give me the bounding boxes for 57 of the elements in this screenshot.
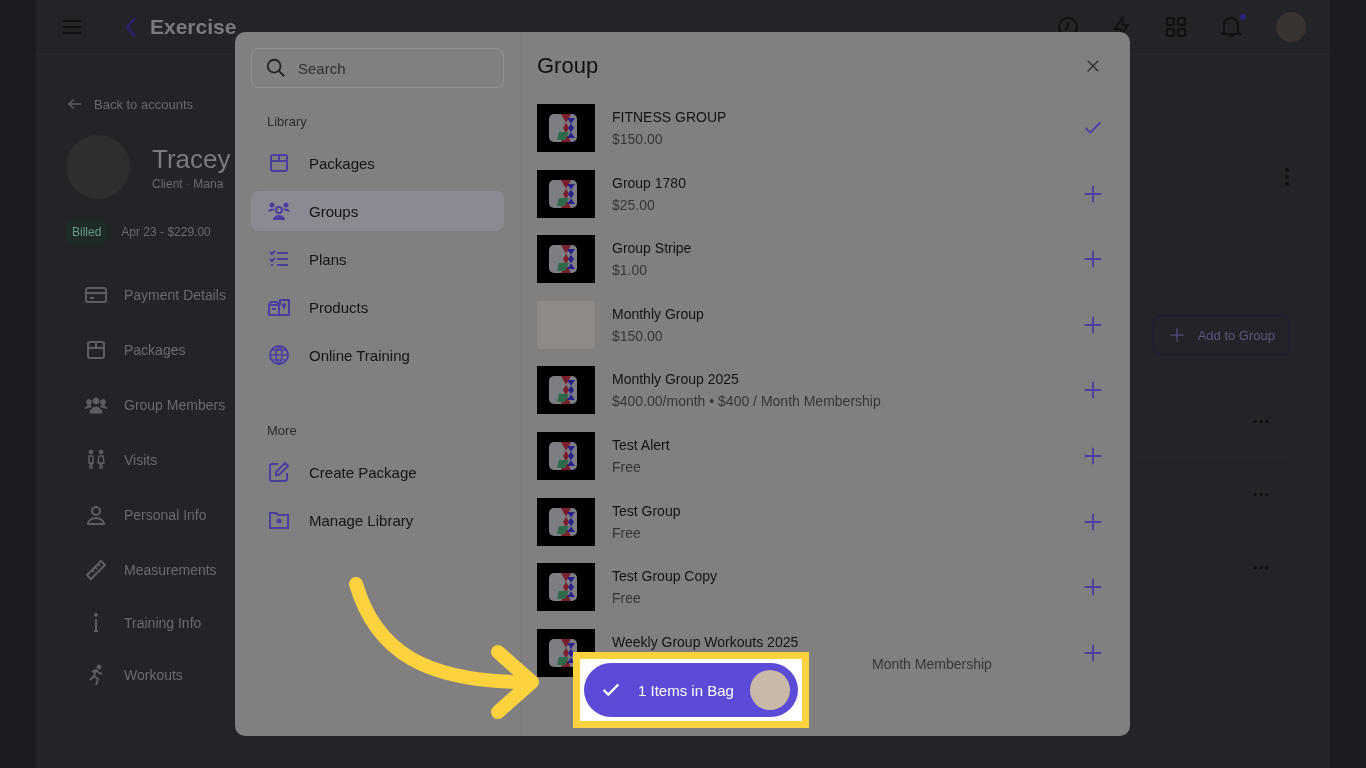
group-price: $150.00 [612, 327, 664, 344]
section-heading: Library [267, 114, 308, 129]
group-name: Monthly Group [612, 305, 705, 322]
logo-thumbnail [537, 563, 595, 612]
group-price: Free [612, 458, 642, 475]
brand-name: Exercise [150, 15, 237, 39]
menu-item[interactable]: Measurements [84, 558, 296, 582]
logo-thumbnail [537, 366, 595, 415]
group-name: Group 1780 [612, 174, 687, 191]
client-role: Client · Mana [152, 176, 225, 191]
group-price: Month Membership [871, 655, 993, 672]
group-name: Test Group [612, 502, 682, 519]
notification-bell-icon[interactable] [1218, 14, 1246, 40]
ruler-icon [84, 558, 108, 582]
info-icon [93, 613, 99, 632]
library-nav-item[interactable]: Groups [251, 191, 504, 231]
group-price: Free [612, 524, 642, 541]
menu-item[interactable]: Group Members [84, 393, 296, 417]
group-name: Weekly Group Workouts 2025 [612, 633, 800, 650]
group-price: Free [612, 590, 642, 607]
avatar-circle [749, 670, 790, 710]
search-icon [265, 57, 287, 79]
plus-icon [1167, 326, 1186, 344]
logo-thumbnail [537, 235, 595, 284]
logo-thumbnail [537, 497, 595, 546]
group-price: $400.00/month • $400 / Month Membership [612, 393, 882, 410]
globe-icon [267, 343, 291, 367]
close-icon[interactable] [1084, 57, 1102, 75]
items-in-bag-button[interactable]: 1 Items in Bag [584, 663, 798, 717]
menu-item[interactable]: Training Info [84, 613, 296, 632]
group-price: $150.00 [612, 131, 664, 147]
dialog-title: Group [537, 53, 599, 79]
logo-thumbnail [537, 431, 595, 480]
edit-icon [267, 460, 291, 484]
section-heading: More [267, 423, 298, 438]
group-price: $1.00 [612, 262, 649, 279]
user-avatar[interactable] [1276, 12, 1306, 42]
package-icon [84, 338, 108, 362]
menu-item[interactable]: Workouts [84, 663, 296, 687]
billing-info: Apr 23 - $229.00 [121, 225, 211, 239]
client-name: Tracey [152, 143, 231, 175]
add-to-group-button[interactable]: Add to Group [1152, 315, 1290, 355]
logo-thumbnail [537, 169, 595, 218]
group-name: Monthly Group 2025 [612, 371, 740, 388]
group-name: Test Alert [612, 436, 671, 453]
group-price: $25.00 [612, 196, 656, 213]
status-badge: Billed [66, 221, 108, 243]
group-name: Group Stripe [612, 240, 693, 257]
library-nav-item[interactable]: Plans [251, 239, 504, 279]
library-nav-item[interactable]: Packages [251, 143, 504, 183]
person-icon [84, 503, 108, 527]
logo-thumbnail [537, 104, 595, 152]
search-field[interactable]: Search [251, 48, 504, 88]
package-icon [267, 151, 291, 175]
back-link[interactable]: Back to accounts [66, 95, 296, 113]
group-name: Test Group Copy [612, 568, 719, 585]
group-name: FITNESS GROUP [612, 109, 728, 125]
